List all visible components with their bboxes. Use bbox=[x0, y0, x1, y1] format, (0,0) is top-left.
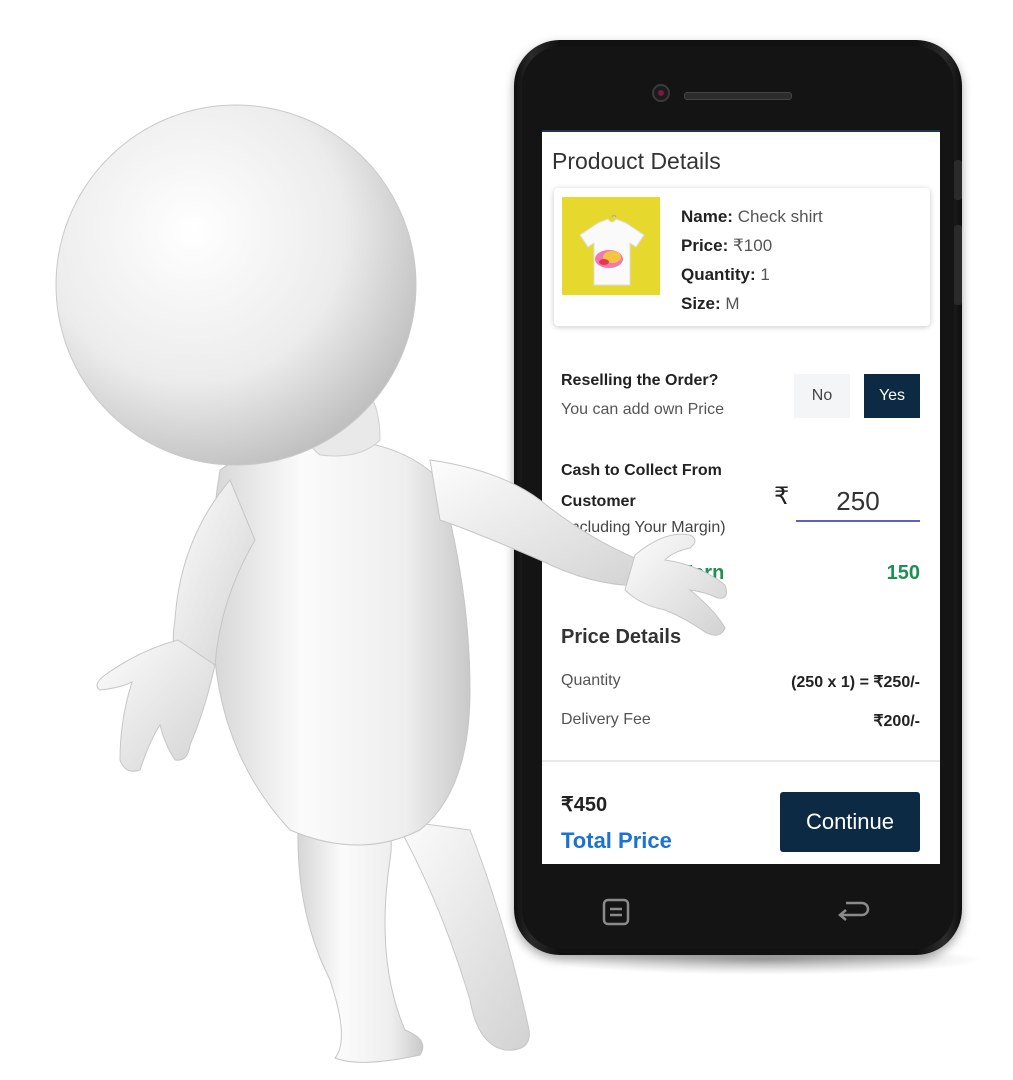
you-earn-value: 150 bbox=[886, 562, 920, 584]
price-row-label: Quantity bbox=[561, 672, 621, 689]
you-earn-label: You Earn bbox=[638, 562, 725, 584]
quantity-value: 1 bbox=[760, 265, 770, 284]
reselling-subtitle: You can add own Price bbox=[561, 401, 725, 418]
price-row-value: (250 x 1) = ₹250/- bbox=[791, 674, 920, 691]
size-label: Size: bbox=[681, 294, 721, 313]
cash-margin-note: (Including Your Margin) bbox=[561, 519, 726, 536]
volume-up-button[interactable] bbox=[954, 160, 962, 200]
product-image bbox=[562, 197, 660, 295]
cash-amount-input[interactable] bbox=[796, 482, 920, 522]
footer-divider bbox=[542, 760, 940, 762]
name-label: Name: bbox=[681, 207, 733, 226]
back-nav-icon[interactable] bbox=[836, 895, 872, 925]
price-label: Price: bbox=[681, 236, 729, 255]
price-row-value: ₹200/- bbox=[873, 713, 920, 730]
price-row-label: Delivery Fee bbox=[561, 711, 651, 728]
reselling-question: Reselling the Order? bbox=[561, 372, 719, 389]
tshirt-image-icon bbox=[579, 215, 645, 286]
product-card: Name: Check shirt Price: ₹100 Quantity: … bbox=[554, 188, 930, 326]
app-screen: Prodouct Details Name: Check shirt Price… bbox=[542, 130, 940, 864]
page-title: Prodouct Details bbox=[552, 148, 721, 174]
speaker-grill bbox=[684, 92, 792, 100]
product-info: Name: Check shirt Price: ₹100 Quantity: … bbox=[681, 202, 823, 318]
rupee-icon: ₹ bbox=[774, 483, 790, 510]
camera-icon bbox=[652, 84, 670, 102]
total-price-label: Total Price bbox=[561, 828, 672, 853]
size-value: M bbox=[725, 294, 740, 313]
volume-down-button[interactable] bbox=[954, 225, 962, 305]
name-value: Check shirt bbox=[737, 207, 823, 226]
price-value: ₹100 bbox=[732, 236, 773, 255]
cash-to-collect-label: Cash to Collect From Customer bbox=[561, 462, 722, 510]
price-details-title: Price Details bbox=[561, 626, 682, 648]
total-amount: ₹450 bbox=[561, 794, 608, 816]
reselling-yes-button[interactable]: Yes bbox=[864, 374, 920, 418]
quantity-label: Quantity: bbox=[681, 265, 756, 284]
reselling-no-button[interactable]: No bbox=[794, 374, 850, 418]
menu-nav-icon[interactable] bbox=[600, 896, 632, 928]
continue-button[interactable]: Continue bbox=[780, 792, 920, 852]
